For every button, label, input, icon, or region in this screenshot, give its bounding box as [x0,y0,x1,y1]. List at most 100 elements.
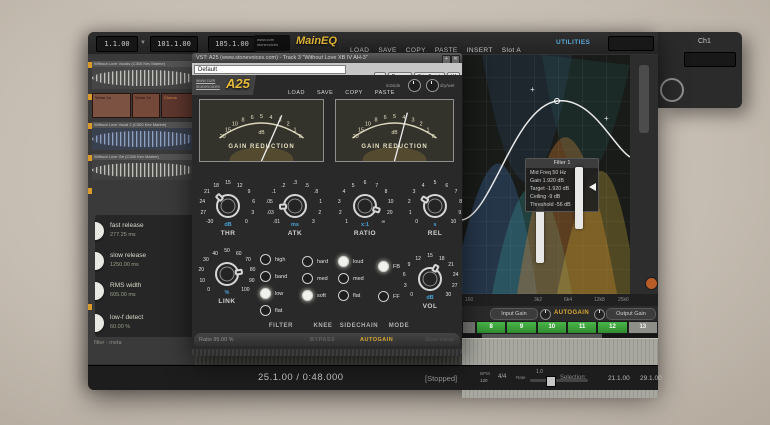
knob-dial[interactable] [214,261,240,287]
ratio-knob[interactable]: 123456781020∞x:1RATIO [330,174,400,244]
svg-text:20: 20 [220,134,226,140]
radio-option-med[interactable]: med [338,270,364,282]
radio-icon[interactable] [302,256,313,267]
radio-option-med[interactable]: med [302,270,328,282]
transport-bar: 25.1.00 / 0:48.000 [Stopped] BPM 120 4/4… [88,365,658,390]
rate-slider-handle[interactable] [546,376,556,387]
radio-icon[interactable] [378,291,389,302]
plugin-menu-item[interactable]: COPY [345,90,363,96]
input-gain-button[interactable]: Input Gain [490,308,538,320]
marker-cell[interactable]: 9 [506,321,536,334]
time-signature[interactable]: 4/4 [498,374,506,380]
radio-option-band[interactable]: band [260,268,287,280]
knob-dial[interactable] [282,193,308,219]
utilities-button[interactable]: UTILITIES [556,39,590,46]
timecode-display[interactable]: 185.1.00 [208,36,256,52]
plugin-menu-item[interactable]: SAVE [317,90,333,96]
svg-text:5: 5 [393,114,396,120]
rel-knob[interactable]: 012345678910sREL [400,174,462,244]
media-item[interactable]: Verse 1b [132,93,160,118]
eq-spectrum-display[interactable]: + + Filter 1 Mid Freq 50 Hz Gain 1.920 d… [462,55,630,294]
in2side-knob[interactable] [408,79,421,92]
radio-option-flat[interactable]: flat [338,287,360,299]
radio-icon[interactable] [338,256,349,267]
radio-icon[interactable] [338,273,349,284]
radio-option-flat[interactable]: flat [260,302,282,314]
radio-option-high[interactable]: high [260,251,285,263]
vertical-fader-handle[interactable] [536,205,544,263]
audio-waveform-item[interactable] [92,67,196,89]
radio-icon[interactable] [302,290,313,301]
preset-search-box[interactable] [608,36,654,51]
marker-cell[interactable]: 13 [628,321,658,334]
timecode-display[interactable]: 1.1.00 [96,36,138,52]
crosshair-handle-icon[interactable]: + [604,115,609,123]
marker-cell[interactable]: 12 [597,321,627,334]
svg-text:3: 3 [411,118,414,124]
radio-option-hard[interactable]: hard [302,253,328,265]
knob-dial[interactable] [215,193,241,219]
radio-option-loud[interactable]: loud [338,253,363,265]
plugin-menu-item[interactable]: LOAD [288,90,305,96]
preset-combobox[interactable]: Default [194,65,346,74]
output-gain-button[interactable]: Output Gain [606,308,656,320]
freq-label: 160 [465,297,473,303]
chevron-down-icon[interactable]: ▼ [140,40,146,46]
radio-icon[interactable] [260,254,271,265]
freq-label: 12k8 [594,297,605,303]
midi-item-row[interactable]: Verse 1a Verse 1b Chorus [92,93,196,118]
drywet-knob[interactable] [426,79,439,92]
radio-icon[interactable] [378,261,389,272]
radio-icon[interactable] [260,288,271,299]
crosshair-handle-icon[interactable]: + [530,86,535,94]
menu-item[interactable]: Slot A [502,47,521,54]
radio-icon[interactable] [260,271,271,282]
radio-option-soft[interactable]: soft [302,287,326,299]
plugin-menu-item[interactable]: PASTE [375,90,395,96]
knob-dial[interactable] [422,193,448,219]
in2side-label: in2side [386,83,400,88]
autogain-button[interactable]: AUTOGAIN [554,310,589,316]
logo-line: www.com stonevoices [196,78,220,90]
input-gain-knob[interactable] [540,309,551,320]
param-knob[interactable] [95,314,104,332]
knob-dial[interactable] [352,193,378,219]
svg-text:dB: dB [258,130,265,136]
selection-end[interactable]: 29.1.00 [640,375,662,382]
menu-item[interactable]: INSERT [467,47,493,54]
jog-wheel-icon[interactable] [660,78,684,102]
marker-cell[interactable]: 8 [476,321,506,334]
radio-icon[interactable] [338,290,349,301]
radio-option-low[interactable]: low [260,285,283,297]
timecode-display[interactable]: 101.1.00 [150,36,198,52]
marker-cell[interactable]: 10 [537,321,567,334]
thr-knob[interactable]: -302724211815129630dBTHR [193,174,263,244]
marker-cell[interactable]: 11 [567,321,597,334]
playback-position[interactable]: 25.1.00 / 0:48.000 [258,372,344,383]
media-item[interactable]: Verse 1a [92,93,131,118]
atk-knob[interactable]: .01.03.05.1.2.3.5.8123msATK [260,174,330,244]
radio-icon[interactable] [260,305,271,316]
link-knob[interactable]: 0102030405060708090100%LINK [192,242,262,312]
radio-option-FF[interactable]: FF [378,288,400,300]
plugin-footer: Ratio 95.00 % BYPASS AUTOGAIN Stone Voic… [194,333,460,346]
autogain-button[interactable]: AUTOGAIN [360,337,393,343]
knob-tick: 15 [427,253,433,259]
output-gain-knob[interactable] [594,309,605,320]
radio-option-FB[interactable]: FB [378,258,400,270]
knob-dial[interactable] [417,266,443,292]
param-knob[interactable] [95,222,104,240]
selection-start[interactable]: 21.1.00 [608,375,630,382]
bpm-value[interactable]: 120 [480,378,488,383]
record-led-icon[interactable] [645,277,658,290]
media-item[interactable]: Chorus [161,93,196,118]
radio-icon[interactable] [302,273,313,284]
vertical-fader-handle[interactable] [575,167,583,229]
param-knob[interactable] [95,282,104,300]
audio-waveform-item[interactable] [92,128,196,150]
param-knob[interactable] [95,252,104,270]
bypass-button[interactable]: BYPASS [310,337,335,343]
fx-window-titlebar[interactable]: VST: A25 (www.stonevoices.com) - Track 3… [192,53,462,63]
scrollbar-handle[interactable] [639,65,649,133]
audio-waveform-item[interactable] [92,160,196,180]
